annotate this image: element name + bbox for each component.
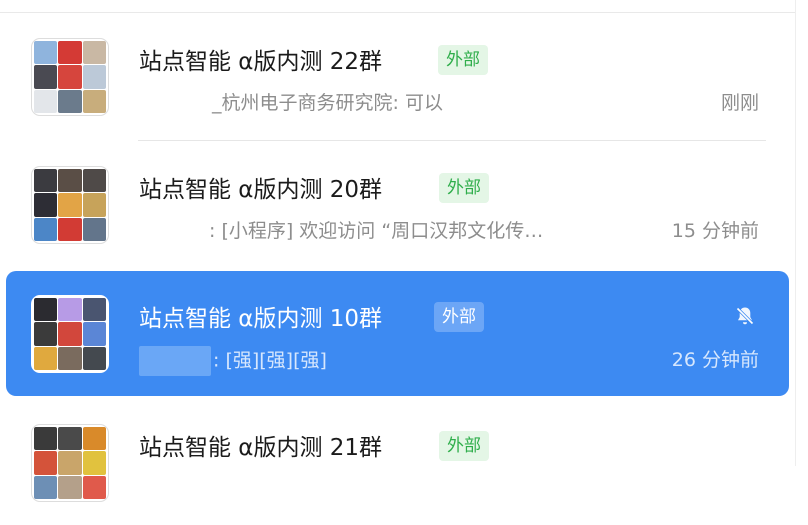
avatar-member-photo [34,298,58,322]
bell-slash-icon [736,307,754,325]
avatar-member-photo [82,475,106,499]
row-divider [138,140,766,141]
avatar-member-photo [58,475,82,499]
avatar-member-photo [34,451,58,475]
chat-item-21[interactable]: 站点智能 α版内测 21群 外部 [6,400,789,525]
avatar-member-photo [82,298,106,322]
external-tag: 外部 [434,302,484,332]
avatar-member-photo [58,217,82,241]
avatar-member-photo [58,89,82,113]
group-avatar [31,295,109,373]
avatar-member-photo [58,193,82,217]
avatar-member-photo [34,322,58,346]
avatar-member-photo [82,346,106,370]
group-avatar [31,38,109,116]
avatar-member-photo [82,193,106,217]
avatar-member-photo [34,427,58,451]
avatar-member-photo [82,322,106,346]
avatar-member-photo [58,65,82,89]
chat-title: 站点智能 α版内测 22群 [139,49,383,75]
chat-time: 刚刚 [720,92,759,114]
chat-title: 站点智能 α版内测 10群 [139,306,383,332]
avatar-member-photo [82,217,106,241]
avatar-member-photo [34,169,58,193]
avatar-member-photo [82,41,106,65]
avatar-member-photo [82,89,106,113]
chat-time: 15 分钟前 [671,220,759,242]
avatar-member-photo [58,346,82,370]
chat-title: 站点智能 α版内测 20群 [139,177,383,203]
external-tag: 外部 [439,173,489,203]
avatar-member-photo [34,41,58,65]
avatar-member-photo [34,346,58,370]
group-avatar [31,424,109,502]
avatar-member-photo [58,169,82,193]
avatar-member-photo [34,65,58,89]
preview-text: : 可以 [392,92,443,114]
redacted-sender [139,346,211,376]
chat-preview: : [小程序] 欢迎访问 “周口汉邦文化传… [209,217,543,245]
avatar-member-photo [58,427,82,451]
preview-sender: _杭州电子商务研究院 [212,92,393,114]
avatar-member-photo [82,169,106,193]
top-divider [0,12,795,13]
avatar-member-photo [58,298,82,322]
avatar-member-photo [34,89,58,113]
avatar-member-photo [58,322,82,346]
avatar-member-photo [58,451,82,475]
preview-text: : [小程序] 欢迎访问 “周口汉邦文化传… [209,220,544,242]
chat-title: 站点智能 α版内测 21群 [139,435,383,461]
avatar-member-photo [58,41,82,65]
external-tag: 外部 [439,431,489,461]
chat-time: 26 分钟前 [671,349,759,371]
chat-item-22[interactable]: 站点智能 α版内测 22群 外部 _杭州电子商务研究院: 可以 刚刚 [6,14,789,139]
preview-text: : [强][强][强] [213,349,327,372]
chat-preview: : [强][强][强] [139,346,327,376]
avatar-member-photo [34,193,58,217]
avatar-member-photo [82,65,106,89]
right-border [795,0,796,466]
chat-item-20[interactable]: 站点智能 α版内测 20群 外部 : [小程序] 欢迎访问 “周口汉邦文化传… … [6,142,789,267]
avatar-member-photo [34,217,58,241]
group-avatar [31,166,109,244]
chat-preview: _杭州电子商务研究院: 可以 [212,89,443,117]
avatar-member-photo [82,427,106,451]
external-tag: 外部 [438,45,488,75]
chat-item-10[interactable]: 站点智能 α版内测 10群 外部 : [强][强][强] 26 分钟前 [6,271,789,396]
avatar-member-photo [82,451,106,475]
avatar-member-photo [34,475,58,499]
